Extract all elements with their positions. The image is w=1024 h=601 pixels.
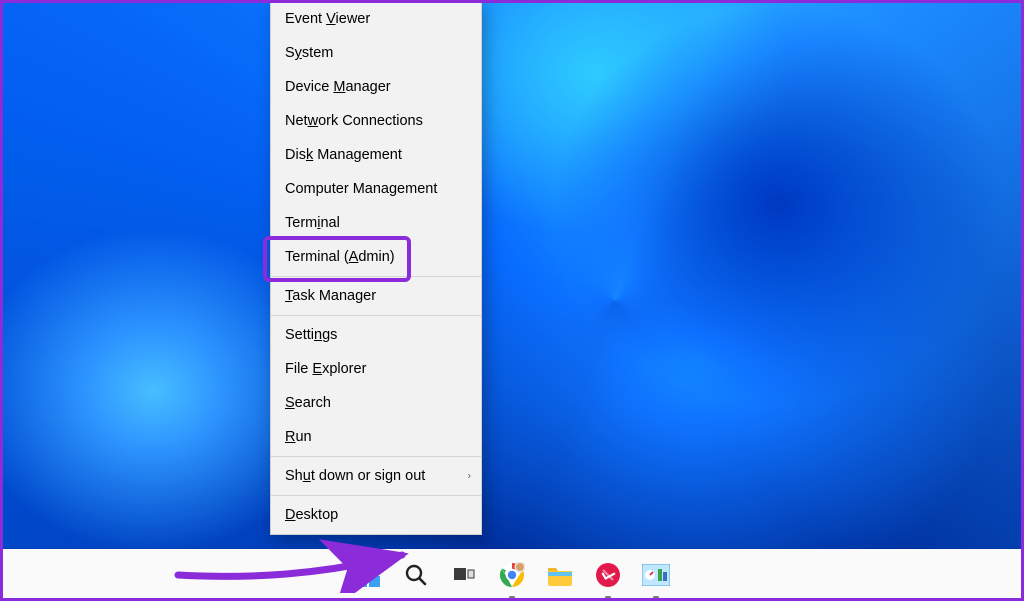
menu-item-disk-management[interactable]: Disk Management	[271, 138, 481, 172]
menu-item-task-manager[interactable]: Task Manager	[271, 279, 481, 313]
menu-item-mnemonic: S	[285, 395, 295, 411]
menu-item-shut-down-or-sign-out[interactable]: Shut down or sign out ›	[271, 459, 481, 493]
menu-separator	[271, 276, 481, 277]
menu-item-text: Setti	[285, 327, 314, 343]
menu-item-mnemonic: A	[349, 249, 359, 265]
menu-separator	[271, 456, 481, 457]
menu-item-mnemonic: V	[326, 11, 335, 27]
menu-separator	[271, 495, 481, 496]
running-indicator	[653, 596, 659, 599]
menu-item-mnemonic: M	[333, 79, 345, 95]
search-icon	[404, 563, 428, 587]
menu-item-device-manager[interactable]: Device Manager	[271, 70, 481, 104]
menu-item-mnemonic: g	[389, 181, 397, 197]
menu-item-text: S	[285, 45, 295, 61]
windows-start-icon	[355, 562, 381, 588]
task-view-icon	[452, 563, 476, 587]
menu-item-text: earch	[295, 395, 331, 411]
desktop-wallpaper	[0, 0, 1024, 601]
menu-item-text: gs	[322, 327, 337, 343]
taskbar	[0, 549, 1024, 601]
chrome-app[interactable]	[492, 555, 532, 595]
pinned-app-red[interactable]	[588, 555, 628, 595]
menu-item-mnemonic: D	[285, 507, 295, 523]
menu-item-network-connections[interactable]: Network Connections	[271, 104, 481, 138]
menu-item-text: un	[295, 429, 311, 445]
menu-item-text: Net	[285, 113, 308, 129]
menu-item-text: Management	[313, 147, 402, 163]
menu-item-text: Dis	[285, 147, 306, 163]
menu-item-search[interactable]: Search	[271, 386, 481, 420]
start-button[interactable]	[348, 555, 388, 595]
menu-item-text: iewer	[336, 11, 371, 27]
menu-item-text: Event	[285, 11, 326, 27]
menu-separator	[271, 315, 481, 316]
task-view-button[interactable]	[444, 555, 484, 595]
menu-item-text: File	[285, 361, 312, 377]
menu-item-text: esktop	[295, 507, 338, 523]
menu-item-system[interactable]: System	[271, 36, 481, 70]
menu-item-run[interactable]: Run	[271, 420, 481, 454]
menu-item-desktop[interactable]: Desktop	[271, 498, 481, 532]
quick-link-menu: Event ViewerSystemDevice ManagerNetwork …	[270, 0, 482, 535]
running-indicator	[509, 596, 515, 599]
menu-item-text: Term	[285, 215, 317, 231]
menu-item-terminal-admin[interactable]: Terminal (Admin)	[271, 240, 481, 274]
menu-item-file-explorer[interactable]: File Explorer	[271, 352, 481, 386]
menu-item-mnemonic: w	[308, 113, 318, 129]
running-indicator	[605, 596, 611, 599]
control-panel-app[interactable]	[636, 555, 676, 595]
menu-item-mnemonic: y	[295, 45, 302, 61]
menu-item-text: xplorer	[322, 361, 366, 377]
menu-item-text: stem	[302, 45, 333, 61]
menu-item-text: Computer Mana	[285, 181, 389, 197]
folder-icon	[547, 563, 573, 587]
menu-item-text: dmin)	[358, 249, 394, 265]
menu-item-text: Sh	[285, 468, 303, 484]
menu-item-text: t down or sign out	[311, 468, 425, 484]
app-red-icon	[595, 562, 621, 588]
menu-item-text: ement	[397, 181, 437, 197]
menu-item-terminal[interactable]: Terminal	[271, 206, 481, 240]
menu-item-computer-management[interactable]: Computer Management	[271, 172, 481, 206]
chrome-icon	[499, 562, 525, 588]
menu-item-text: ask Manager	[292, 288, 376, 304]
control-panel-icon	[642, 564, 670, 586]
menu-item-event-viewer[interactable]: Event Viewer	[271, 2, 481, 36]
menu-item-mnemonic: u	[303, 468, 311, 484]
search-button[interactable]	[396, 555, 436, 595]
menu-item-text: ork Connections	[318, 113, 423, 129]
menu-item-settings[interactable]: Settings	[271, 318, 481, 352]
file-explorer-app[interactable]	[540, 555, 580, 595]
menu-item-text: Device	[285, 79, 333, 95]
menu-item-text: anager	[345, 79, 390, 95]
menu-item-mnemonic: E	[312, 361, 322, 377]
menu-item-mnemonic: R	[285, 429, 295, 445]
menu-item-text: Terminal (	[285, 249, 349, 265]
menu-item-text: nal	[320, 215, 339, 231]
chevron-right-icon: ›	[468, 471, 471, 482]
menu-item-mnemonic: n	[314, 327, 322, 343]
